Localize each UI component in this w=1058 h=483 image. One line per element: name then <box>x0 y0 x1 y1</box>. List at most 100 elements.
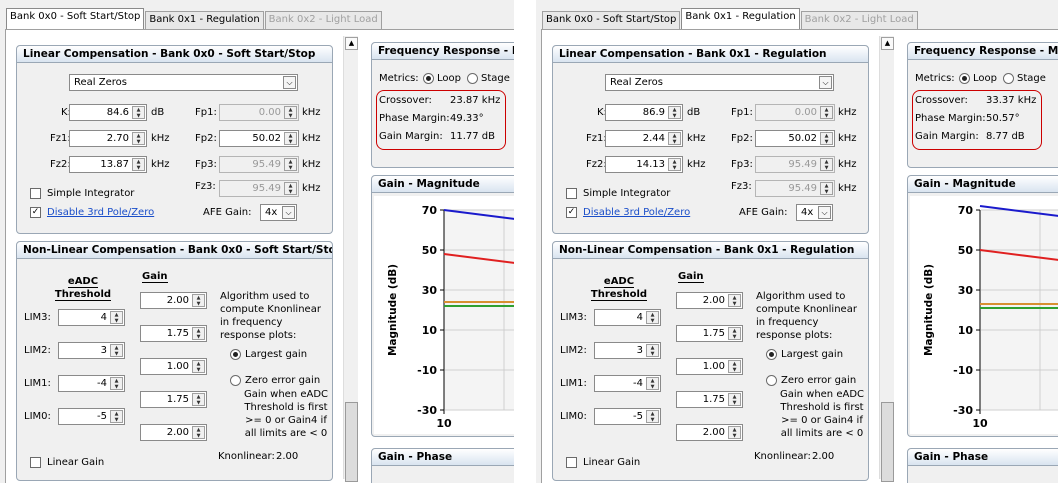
zeros-type-select[interactable]: Real Zeros ⌵ <box>69 74 298 91</box>
gain0-stepper[interactable]: 2.00 ▲ ▼ <box>140 424 207 441</box>
fz3-stepper[interactable]: 95.49 ▲ ▼ <box>219 180 299 197</box>
fz1-stepper[interactable]: 2.70 ▲ ▼ <box>69 130 147 147</box>
spin-arrows-icon[interactable]: ▲ ▼ <box>110 311 123 324</box>
spin-arrows-icon[interactable]: ▲ ▼ <box>132 158 145 171</box>
fp3-stepper[interactable]: 95.49 ▲ ▼ <box>219 156 299 173</box>
lim0-stepper[interactable]: -5 ▲ ▼ <box>58 408 125 425</box>
spin-arrows-icon[interactable]: ▲ ▼ <box>728 393 741 406</box>
spin-arrows-icon[interactable]: ▲ ▼ <box>728 294 741 307</box>
fp2-stepper[interactable]: 50.02 ▲ ▼ <box>755 130 835 147</box>
fz1-stepper[interactable]: 2.44 ▲ ▼ <box>605 130 683 147</box>
spin-arrows-icon[interactable]: ▲ ▼ <box>132 106 145 119</box>
simple-integrator-checkbox[interactable] <box>566 188 577 199</box>
k-stepper[interactable]: 86.9 ▲ ▼ <box>605 104 683 121</box>
gain0-stepper[interactable]: 2.00 ▲ ▼ <box>676 424 743 441</box>
scrollbar-thumb[interactable] <box>881 402 894 482</box>
spin-arrows-icon[interactable]: ▲ ▼ <box>192 327 205 340</box>
gain1-stepper[interactable]: 1.75 ▲ ▼ <box>676 391 743 408</box>
tab-bank-0x0[interactable]: Bank 0x0 - Soft Start/Stop <box>542 11 681 29</box>
loop-radio[interactable] <box>959 73 970 84</box>
loop-radio[interactable] <box>423 73 434 84</box>
fp3-stepper[interactable]: 95.49 ▲ ▼ <box>755 156 835 173</box>
lim1-stepper[interactable]: -4 ▲ ▼ <box>594 375 661 392</box>
spin-arrows-icon[interactable]: ▲ ▼ <box>820 106 833 119</box>
spin-arrows-icon[interactable]: ▲ ▼ <box>668 158 681 171</box>
gain4-stepper[interactable]: 2.00 ▲ ▼ <box>676 292 743 309</box>
spin-arrows-icon[interactable]: ▲ ▼ <box>728 327 741 340</box>
k-stepper[interactable]: 84.6 ▲ ▼ <box>69 104 147 121</box>
disable-pole-checkbox[interactable]: ✓ <box>30 207 41 218</box>
spin-arrows-icon[interactable]: ▲ ▼ <box>284 182 297 195</box>
disable-pole-link[interactable]: Disable 3rd Pole/Zero <box>583 207 690 218</box>
disable-pole-checkbox[interactable]: ✓ <box>566 207 577 218</box>
linear-gain-checkbox[interactable] <box>30 457 41 468</box>
fz3-stepper[interactable]: 95.49 ▲ ▼ <box>755 180 835 197</box>
spin-arrows-icon[interactable]: ▲ ▼ <box>110 410 123 423</box>
lim1-stepper[interactable]: -4 ▲ ▼ <box>58 375 125 392</box>
spin-arrows-icon[interactable]: ▲ ▼ <box>646 344 659 357</box>
stage-radio[interactable] <box>1003 73 1014 84</box>
spin-arrows-icon[interactable]: ▲ ▼ <box>284 132 297 145</box>
gain2-stepper[interactable]: 1.00 ▲ ▼ <box>676 358 743 375</box>
lim3-stepper[interactable]: 4 ▲ ▼ <box>594 309 661 326</box>
gain3-stepper[interactable]: 1.75 ▲ ▼ <box>676 325 743 342</box>
tab-bank-0x2[interactable]: Bank 0x2 - Light Load <box>264 11 382 29</box>
chevron-down-icon[interactable]: ⌵ <box>819 76 832 89</box>
scroll-up-icon[interactable]: ▲ <box>881 37 894 50</box>
spin-arrows-icon[interactable]: ▲ ▼ <box>668 106 681 119</box>
fz2-stepper[interactable]: 14.13 ▲ ▼ <box>605 156 683 173</box>
linear-gain-checkbox[interactable] <box>566 457 577 468</box>
lim0-stepper[interactable]: -5 ▲ ▼ <box>594 408 661 425</box>
tab-bank-0x1[interactable]: Bank 0x1 - Regulation <box>681 8 800 29</box>
spin-arrows-icon[interactable]: ▲ ▼ <box>284 158 297 171</box>
zero-error-radio[interactable] <box>230 375 241 386</box>
spin-arrows-icon[interactable]: ▲ ▼ <box>820 182 833 195</box>
spin-arrows-icon[interactable]: ▲ ▼ <box>646 410 659 423</box>
zeros-type-select[interactable]: Real Zeros ⌵ <box>605 74 834 91</box>
fz2-stepper[interactable]: 13.87 ▲ ▼ <box>69 156 147 173</box>
fp1-stepper[interactable]: 0.00 ▲ ▼ <box>755 104 835 121</box>
lim2-stepper[interactable]: 3 ▲ ▼ <box>594 342 661 359</box>
spin-arrows-icon[interactable]: ▲ ▼ <box>110 377 123 390</box>
spin-arrows-icon[interactable]: ▲ ▼ <box>284 106 297 119</box>
spin-arrows-icon[interactable]: ▲ ▼ <box>192 294 205 307</box>
tab-bank-0x0[interactable]: Bank 0x0 - Soft Start/Stop <box>6 8 145 29</box>
lim3-stepper[interactable]: 4 ▲ ▼ <box>58 309 125 326</box>
spin-arrows-icon[interactable]: ▲ ▼ <box>728 360 741 373</box>
simple-integrator-checkbox[interactable] <box>30 188 41 199</box>
spin-arrows-icon[interactable]: ▲ ▼ <box>192 426 205 439</box>
stage-radio[interactable] <box>467 73 478 84</box>
spin-arrows-icon[interactable]: ▲ ▼ <box>646 377 659 390</box>
largest-gain-radio[interactable] <box>766 349 777 360</box>
spin-arrows-icon[interactable]: ▲ ▼ <box>668 132 681 145</box>
scroll-up-icon[interactable]: ▲ <box>345 37 358 50</box>
scrollbar-thumb[interactable] <box>345 402 358 482</box>
afe-gain-select[interactable]: 4x ⌵ <box>796 204 833 221</box>
spin-arrows-icon[interactable]: ▲ ▼ <box>192 393 205 406</box>
afe-gain-select[interactable]: 4x ⌵ <box>260 204 297 221</box>
chevron-down-icon[interactable]: ⌵ <box>283 76 296 89</box>
spin-arrows-icon[interactable]: ▲ ▼ <box>192 360 205 373</box>
spin-arrows-icon[interactable]: ▲ ▼ <box>132 132 145 145</box>
spin-arrows-icon[interactable]: ▲ ▼ <box>110 344 123 357</box>
tab-bank-0x2[interactable]: Bank 0x2 - Light Load <box>800 11 918 29</box>
lim2-stepper[interactable]: 3 ▲ ▼ <box>58 342 125 359</box>
gain3-stepper[interactable]: 1.75 ▲ ▼ <box>140 325 207 342</box>
zero-error-radio[interactable] <box>766 375 777 386</box>
disable-pole-link[interactable]: Disable 3rd Pole/Zero <box>47 207 154 218</box>
chevron-down-icon[interactable]: ⌵ <box>818 206 831 219</box>
gain4-stepper[interactable]: 2.00 ▲ ▼ <box>140 292 207 309</box>
left-scrollbar[interactable]: ▲ <box>343 36 358 482</box>
gain2-stepper[interactable]: 1.00 ▲ ▼ <box>140 358 207 375</box>
chevron-down-icon[interactable]: ⌵ <box>282 206 295 219</box>
largest-gain-radio[interactable] <box>230 349 241 360</box>
left-scrollbar[interactable]: ▲ <box>879 36 894 482</box>
gain1-stepper[interactable]: 1.75 ▲ ▼ <box>140 391 207 408</box>
spin-arrows-icon[interactable]: ▲ ▼ <box>820 158 833 171</box>
fp1-stepper[interactable]: 0.00 ▲ ▼ <box>219 104 299 121</box>
spin-arrows-icon[interactable]: ▲ ▼ <box>820 132 833 145</box>
fp2-stepper[interactable]: 50.02 ▲ ▼ <box>219 130 299 147</box>
tab-bank-0x1[interactable]: Bank 0x1 - Regulation <box>145 11 264 29</box>
spin-arrows-icon[interactable]: ▲ ▼ <box>728 426 741 439</box>
spin-arrows-icon[interactable]: ▲ ▼ <box>646 311 659 324</box>
